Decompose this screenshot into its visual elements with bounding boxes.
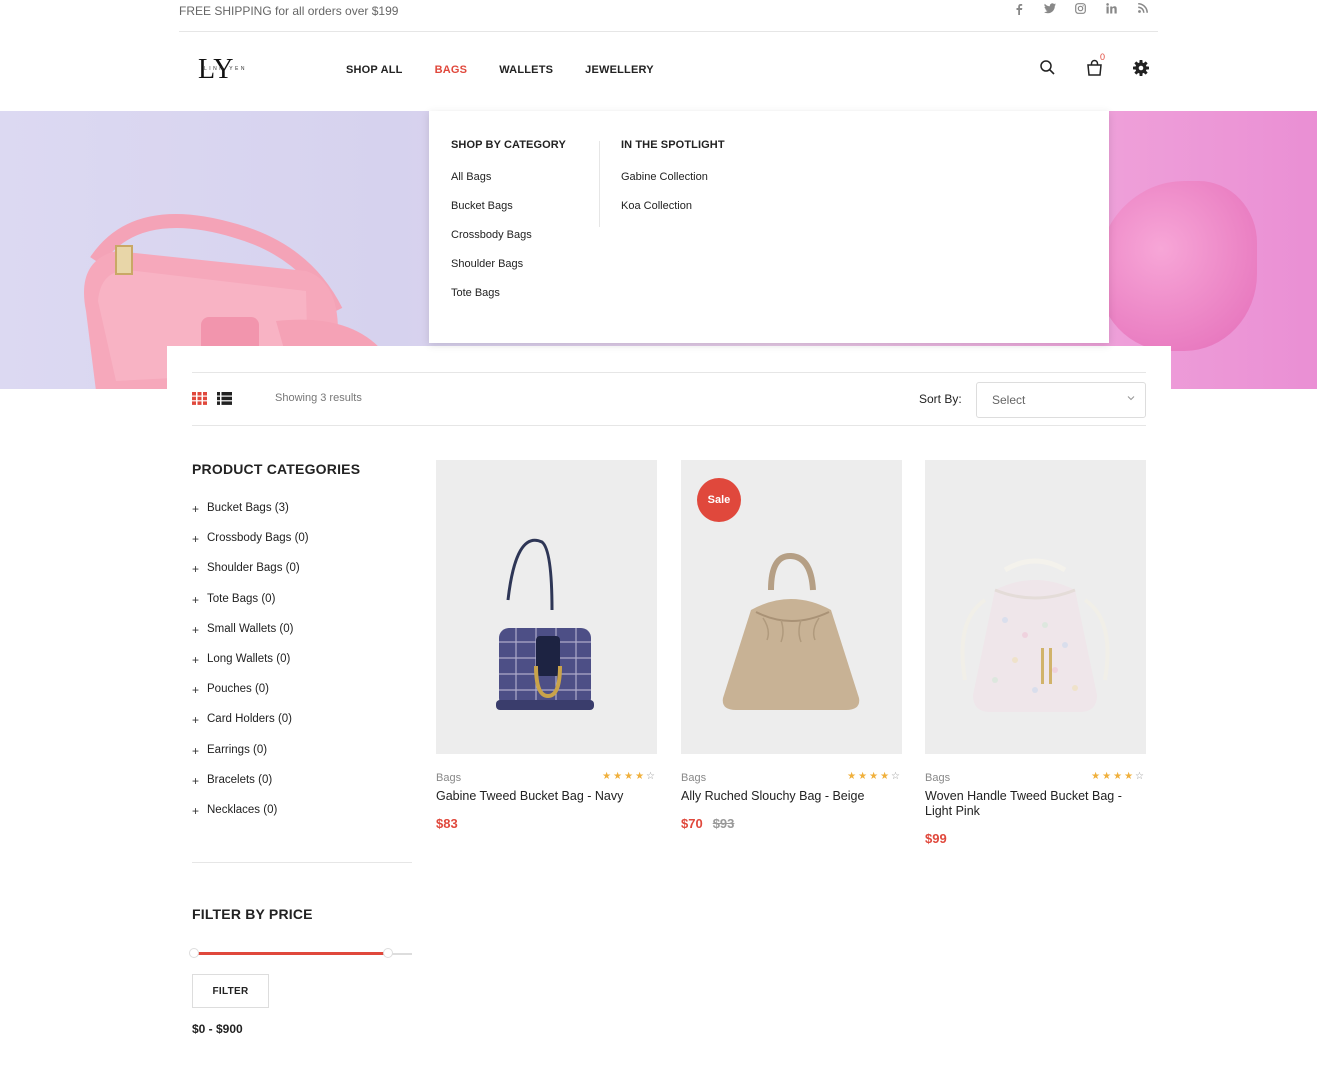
filter-button[interactable]: FILTER — [192, 974, 269, 1008]
product-name[interactable]: Ally Ruched Slouchy Bag - Beige — [681, 789, 896, 804]
plus-icon: + — [192, 592, 200, 607]
sale-badge: Sale — [697, 478, 741, 522]
category-item[interactable]: + Necklaces (0) — [192, 804, 309, 834]
rating-stars: ★★★★☆ — [1091, 771, 1146, 782]
linkedin-icon[interactable] — [1096, 3, 1127, 18]
mega-menu-item[interactable]: Bucket Bags — [451, 200, 566, 229]
product-image[interactable]: Sale — [681, 460, 902, 754]
rating-stars: ★★★★☆ — [602, 771, 657, 782]
category-item[interactable]: + Bracelets (0) — [192, 774, 309, 804]
cart-count-badge: 0 — [1100, 52, 1106, 62]
mega-menu-heading: SHOP BY CATEGORY — [451, 139, 566, 151]
mega-menu-column-spotlight: IN THE SPOTLIGHT Gabine Collection Koa C… — [621, 139, 725, 229]
pink-tweed-bucket-bag-image — [960, 558, 1110, 712]
plus-icon: + — [192, 803, 200, 818]
site-header: LY LINH YEN SHOP ALL BAGS WALLETS JEWELL… — [0, 32, 1317, 111]
product-category[interactable]: Bags — [925, 772, 950, 784]
product-category[interactable]: Bags — [681, 772, 706, 784]
category-list: + Bucket Bags (3) + Crossbody Bags (0) + Sh… — [192, 502, 309, 834]
mega-menu-item[interactable]: Crossbody Bags — [451, 229, 566, 258]
facebook-icon[interactable] — [1003, 3, 1034, 18]
sidebar-divider — [192, 862, 412, 863]
category-item[interactable]: + Tote Bags (0) — [192, 593, 309, 623]
nav-jewellery[interactable]: JEWELLERY — [585, 64, 654, 76]
product-price: $99 — [925, 831, 947, 846]
rss-icon[interactable] — [1127, 3, 1158, 18]
nav-wallets[interactable]: WALLETS — [499, 64, 553, 76]
plus-icon: + — [192, 562, 200, 577]
plus-icon: + — [192, 683, 200, 698]
bags-mega-menu: SHOP BY CATEGORY All Bags Bucket Bags Cr… — [429, 111, 1109, 343]
chevron-down-icon — [1127, 393, 1135, 403]
product-old-price: $93 — [712, 816, 735, 831]
mega-menu-item[interactable]: Tote Bags — [451, 287, 566, 316]
search-icon[interactable] — [1040, 60, 1055, 80]
category-item[interactable]: + Small Wallets (0) — [192, 623, 309, 653]
list-view-icon[interactable] — [217, 392, 232, 410]
category-item[interactable]: + Crossbody Bags (0) — [192, 532, 309, 562]
product-categories-title: PRODUCT CATEGORIES — [192, 461, 361, 477]
grid-view-icon[interactable] — [192, 392, 207, 410]
navy-tweed-bag-image — [496, 538, 594, 710]
plus-icon: + — [192, 713, 200, 728]
sort-label: Sort By: — [919, 392, 962, 406]
product-category[interactable]: Bags — [436, 772, 461, 784]
logo-text: LINH YEN — [204, 66, 247, 72]
mega-menu-heading: IN THE SPOTLIGHT — [621, 139, 725, 151]
product-price: $70 $93 — [681, 816, 735, 831]
shipping-notice: FREE SHIPPING for all orders over $199 — [179, 4, 399, 18]
twitter-icon[interactable] — [1034, 3, 1065, 18]
main-nav: SHOP ALL BAGS WALLETS JEWELLERY — [346, 64, 686, 76]
product-card[interactable]: Bags ★★★★☆ Gabine Tweed Bucket Bag - Nav… — [436, 460, 657, 831]
plus-icon: + — [192, 622, 200, 637]
price-range-value: $0 - $900 — [192, 1022, 243, 1036]
price-slider-fill — [196, 952, 390, 955]
plus-icon: + — [192, 652, 200, 667]
price-slider[interactable] — [189, 948, 412, 960]
category-item[interactable]: + Long Wallets (0) — [192, 653, 309, 683]
sort-select-value: Select — [992, 393, 1026, 407]
plus-icon: + — [192, 532, 200, 547]
settings-gear-icon[interactable] — [1133, 60, 1149, 81]
price-slider-max-handle[interactable] — [383, 948, 393, 958]
rating-stars: ★★★★☆ — [847, 771, 902, 782]
mega-menu-divider — [599, 141, 600, 227]
cart-icon[interactable] — [1086, 59, 1103, 81]
shop-toolbar: Showing 3 results Sort By: Select — [192, 372, 1146, 426]
mega-menu-item[interactable]: Shoulder Bags — [451, 258, 566, 287]
product-price: $83 — [436, 816, 458, 831]
sort-select[interactable]: Select — [976, 382, 1146, 418]
nav-shop-all[interactable]: SHOP ALL — [346, 64, 403, 76]
product-image[interactable] — [925, 460, 1146, 754]
mega-menu-column-category: SHOP BY CATEGORY All Bags Bucket Bags Cr… — [451, 139, 566, 316]
plus-icon: + — [192, 743, 200, 758]
mega-menu-item[interactable]: Gabine Collection — [621, 171, 725, 200]
instagram-icon[interactable] — [1065, 3, 1096, 18]
product-name[interactable]: Woven Handle Tweed Bucket Bag - Light Pi… — [925, 789, 1140, 819]
product-card[interactable]: Bags ★★★★☆ Woven Handle Tweed Bucket Bag… — [925, 460, 1146, 846]
category-item[interactable]: + Earrings (0) — [192, 744, 309, 774]
hero-pink-pouch-image — [1097, 181, 1257, 351]
category-item[interactable]: + Shoulder Bags (0) — [192, 562, 309, 592]
filter-by-price-title: FILTER BY PRICE — [192, 906, 313, 922]
product-image[interactable] — [436, 460, 657, 754]
top-bar: FREE SHIPPING for all orders over $199 — [179, 0, 1158, 32]
product-name[interactable]: Gabine Tweed Bucket Bag - Navy — [436, 789, 651, 804]
category-item[interactable]: + Pouches (0) — [192, 683, 309, 713]
result-count: Showing 3 results — [275, 392, 362, 404]
price-slider-min-handle[interactable] — [189, 948, 199, 958]
mega-menu-item[interactable]: All Bags — [451, 171, 566, 200]
social-links — [1003, 3, 1158, 18]
nav-bags[interactable]: BAGS — [435, 64, 468, 76]
product-card[interactable]: Sale Bags ★★★★☆ Ally Ruched Slouchy Bag … — [681, 460, 902, 831]
plus-icon: + — [192, 502, 200, 516]
category-item[interactable]: + Card Holders (0) — [192, 713, 309, 743]
category-item[interactable]: + Bucket Bags (3) — [192, 502, 309, 532]
site-logo[interactable]: LY LINH YEN — [198, 54, 253, 86]
mega-menu-item[interactable]: Koa Collection — [621, 200, 725, 229]
plus-icon: + — [192, 773, 200, 788]
